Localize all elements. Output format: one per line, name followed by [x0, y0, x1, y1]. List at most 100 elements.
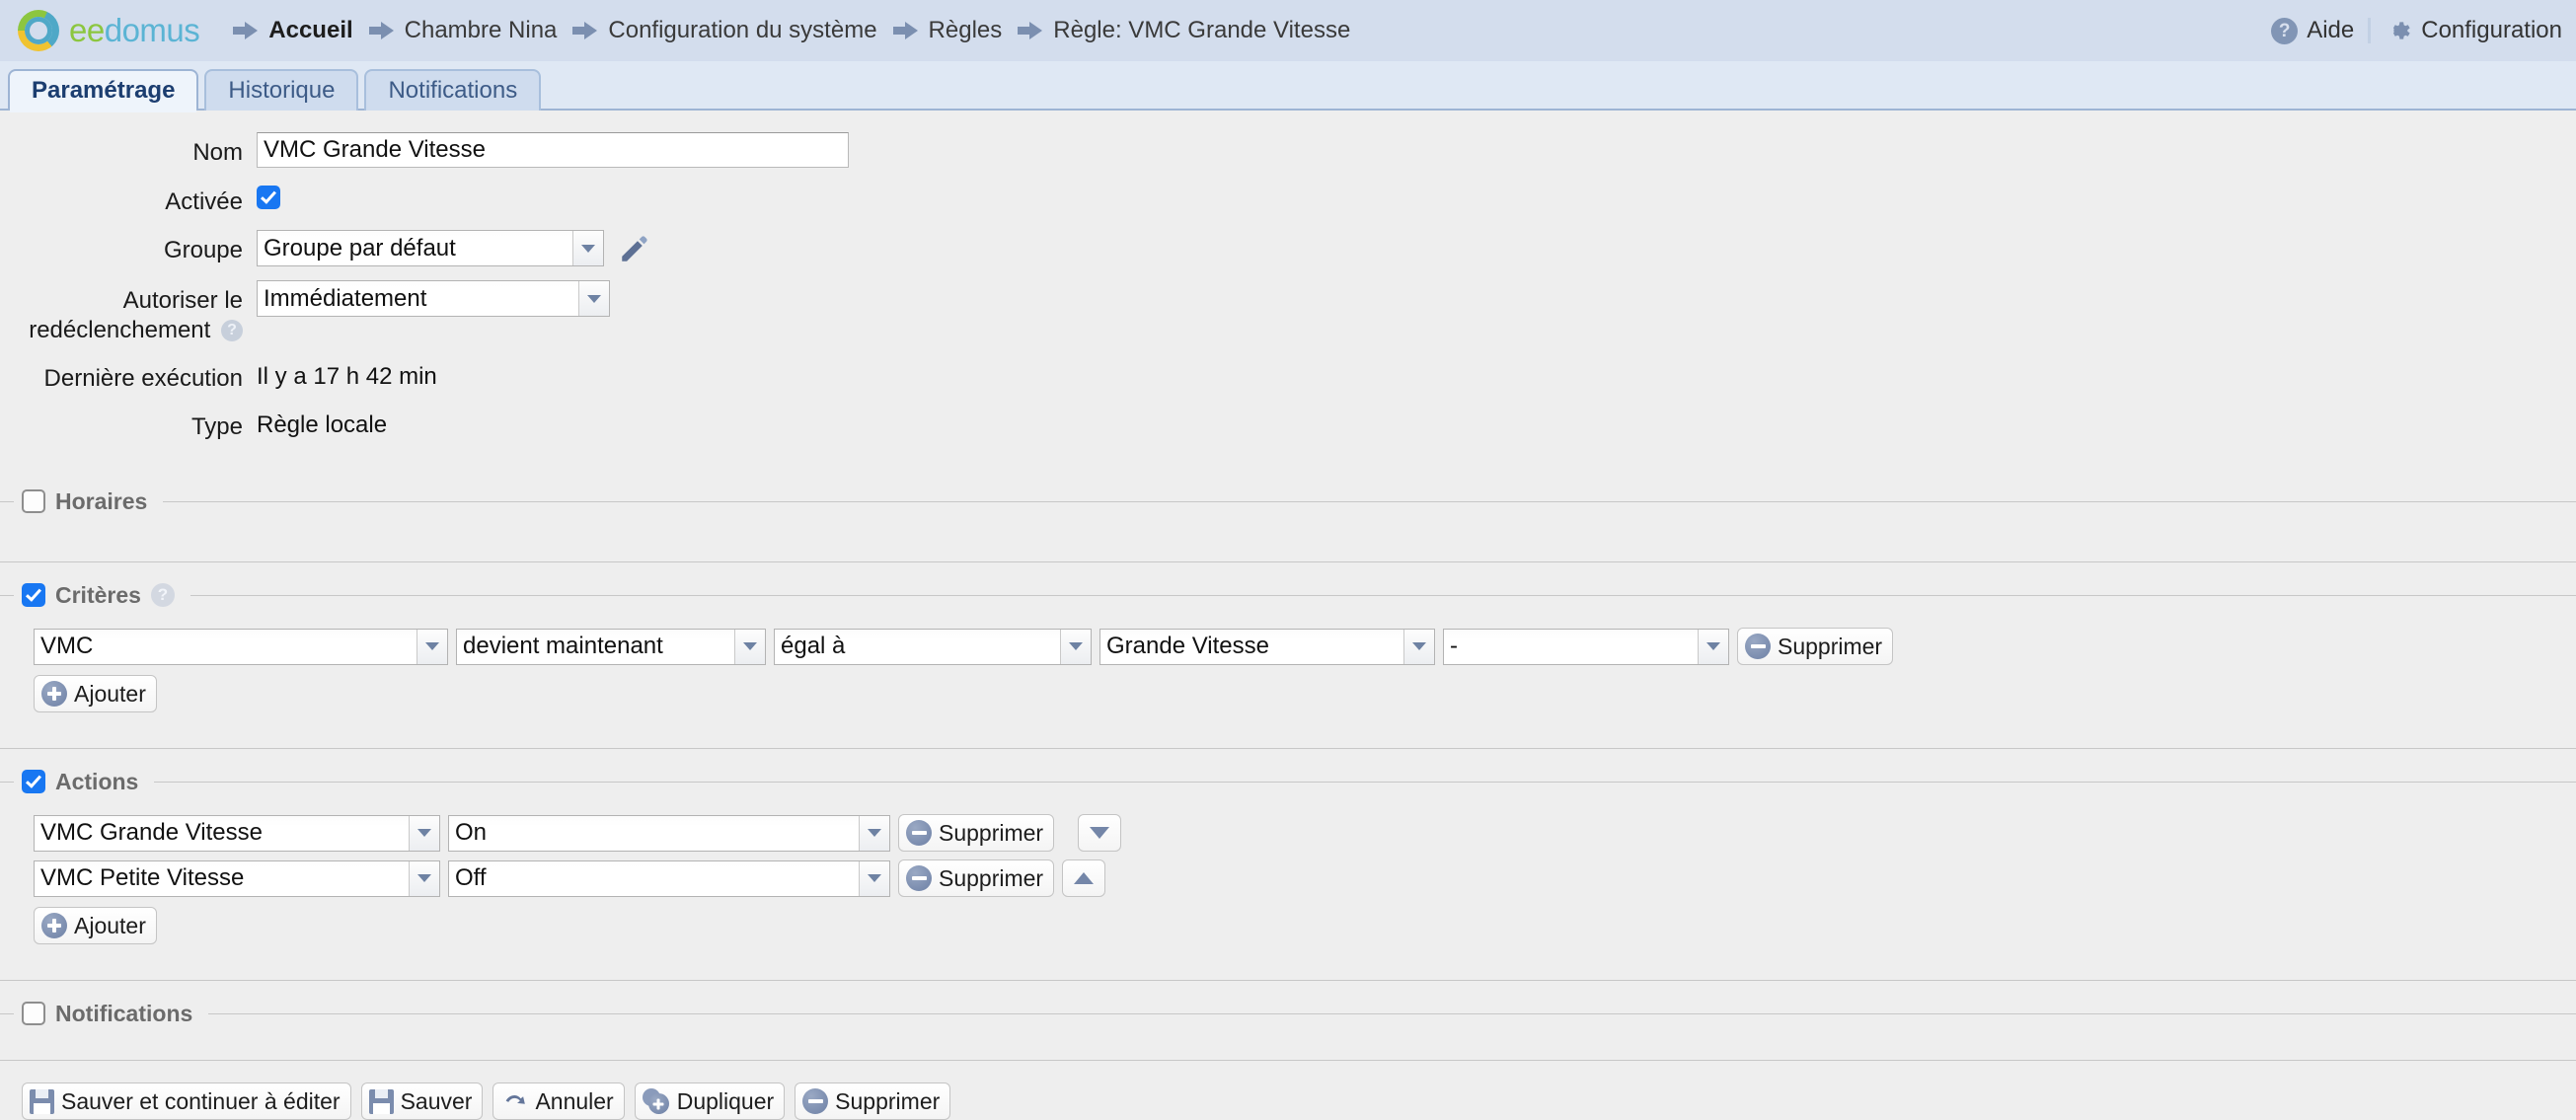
groupe-select[interactable]: Groupe par défaut: [257, 230, 604, 267]
action-move-up-button[interactable]: [1062, 859, 1106, 898]
criteria-row: VMC devient maintenant égal à Grande Vit…: [34, 628, 2576, 666]
breadcrumb-label: Configuration du système: [608, 17, 877, 43]
criteria-operator-value: égal à: [775, 629, 1060, 664]
minus-circle-icon: [906, 865, 932, 892]
breadcrumb-item-accueil[interactable]: Accueil: [233, 17, 353, 44]
redeclenchement-label: Autoriser le redéclenchement ?: [0, 280, 257, 344]
section-horaires-body: [0, 516, 2576, 542]
breadcrumb-item-configuration-systeme[interactable]: Configuration du système: [572, 17, 877, 44]
save-label: Sauver: [400, 1087, 473, 1114]
criteres-checkbox[interactable]: [22, 583, 45, 608]
breadcrumb-item-chambre-nina[interactable]: Chambre Nina: [368, 17, 557, 44]
breadcrumb: Accueil Chambre Nina Configuration du sy…: [233, 17, 2576, 44]
general-settings-group: Nom Activée Groupe Groupe par défaut: [0, 111, 2576, 469]
arrow-right-icon: [233, 22, 259, 39]
tab-bar: Paramétrage Historique Notifications: [0, 61, 2576, 112]
floppy-disk-icon: [30, 1088, 54, 1114]
save-and-continue-label: Sauver et continuer à éditer: [61, 1087, 341, 1114]
brand-name-part2: domus: [104, 12, 200, 48]
tab-label: Historique: [228, 77, 336, 104]
configuration-link[interactable]: Configuration: [2371, 17, 2576, 44]
action-add-row: Ajouter: [34, 907, 2576, 945]
action-device-select[interactable]: VMC Petite Vitesse: [34, 859, 440, 897]
action-row: VMC Petite Vitesse Off Supprimer: [34, 859, 2576, 898]
arrow-right-icon: [368, 22, 395, 39]
criteria-event-value: devient maintenant: [457, 629, 734, 664]
rule-editor-form: Nom Activée Groupe Groupe par défaut: [0, 111, 2576, 1120]
duplicate-icon: [642, 1088, 670, 1115]
section-divider: [0, 561, 2576, 563]
horaires-title: Horaires: [55, 487, 148, 514]
activee-checkbox[interactable]: [257, 186, 280, 209]
chevron-down-icon: [578, 281, 609, 317]
tab-parametrage[interactable]: Paramétrage: [8, 69, 199, 112]
action-move-down-button[interactable]: [1078, 814, 1122, 853]
horaires-checkbox[interactable]: [22, 489, 45, 514]
save-and-continue-button[interactable]: Sauver et continuer à éditer: [22, 1083, 351, 1120]
action-delete-label: Supprimer: [939, 864, 1044, 891]
minus-circle-icon: [1745, 634, 1771, 660]
delete-button[interactable]: Supprimer: [795, 1083, 951, 1120]
action-delete-button[interactable]: Supprimer: [898, 814, 1055, 853]
criteria-device-select[interactable]: VMC: [34, 628, 448, 665]
type-value: Règle locale: [257, 411, 388, 439]
tab-notifications[interactable]: Notifications: [364, 69, 542, 111]
criteria-delete-button[interactable]: Supprimer: [1737, 628, 1894, 666]
breadcrumb-label: Règles: [928, 17, 1003, 43]
action-state-select[interactable]: Off: [448, 859, 890, 897]
action-delete-button[interactable]: Supprimer: [898, 859, 1055, 898]
brand-name-part1: ee: [69, 12, 105, 48]
section-divider: [0, 748, 2576, 750]
section-notifications-body: [0, 1028, 2576, 1040]
criteria-add-row: Ajouter: [34, 675, 2576, 713]
help-link[interactable]: ? Aide: [2257, 17, 2368, 44]
section-divider: [208, 1012, 2576, 1014]
section-divider: [189, 594, 2576, 596]
action-state-select[interactable]: On: [448, 814, 890, 852]
criteria-value-select[interactable]: Grande Vitesse: [1099, 628, 1435, 665]
tab-label: Paramétrage: [32, 77, 176, 104]
gear-icon: [2385, 17, 2412, 44]
action-device-value: VMC Grande Vitesse: [35, 815, 409, 851]
chevron-down-icon: [417, 629, 447, 664]
tab-historique[interactable]: Historique: [204, 69, 359, 111]
action-device-select[interactable]: VMC Grande Vitesse: [34, 814, 440, 852]
nom-label: Nom: [192, 139, 243, 166]
redeclenchement-select[interactable]: Immédiatement: [257, 280, 610, 318]
duplicate-button[interactable]: Dupliquer: [634, 1083, 786, 1120]
actions-checkbox[interactable]: [22, 770, 45, 794]
criteria-event-select[interactable]: devient maintenant: [456, 628, 766, 665]
section-actions-header: Actions: [0, 767, 2576, 796]
tab-label: Notifications: [388, 77, 518, 104]
criteria-value-value: Grande Vitesse: [1100, 629, 1403, 664]
nom-input[interactable]: [257, 132, 849, 168]
criteria-extra-select[interactable]: -: [1443, 628, 1729, 665]
top-header-bar: eedomus Accueil Chambre Nina Configurati…: [0, 0, 2576, 61]
breadcrumb-item-regles[interactable]: Règles: [892, 17, 1003, 44]
criteria-operator-select[interactable]: égal à: [774, 628, 1092, 665]
criteria-delete-label: Supprimer: [1778, 633, 1883, 659]
action-device-value: VMC Petite Vitesse: [35, 860, 409, 896]
arrow-up-icon: [1074, 872, 1095, 885]
breadcrumb-item-current-rule: Règle: VMC Grande Vitesse: [1018, 17, 1350, 44]
question-mark-icon[interactable]: ?: [150, 583, 175, 608]
field-row-nom: Nom: [0, 132, 2576, 168]
groupe-label: Groupe: [163, 237, 243, 264]
action-state-value: On: [449, 815, 859, 851]
action-add-button[interactable]: Ajouter: [34, 907, 157, 945]
save-button[interactable]: Sauver: [360, 1083, 484, 1120]
notifications-checkbox[interactable]: [22, 1002, 45, 1026]
field-row-type: Type Règle locale: [0, 407, 2576, 441]
pencil-icon[interactable]: [618, 232, 651, 265]
cancel-button[interactable]: Annuler: [492, 1083, 625, 1120]
section-divider: [163, 500, 2576, 502]
criteria-add-button[interactable]: Ajouter: [34, 675, 157, 713]
plus-circle-icon: [41, 913, 67, 939]
redeclenchement-select-value: Immédiatement: [258, 281, 578, 317]
chevron-down-icon: [1060, 629, 1091, 664]
eedomus-logo[interactable]: eedomus: [18, 10, 200, 51]
section-horaires-header: Horaires: [0, 486, 2576, 516]
field-row-activee: Activée: [0, 182, 2576, 216]
question-mark-icon[interactable]: ?: [221, 320, 243, 342]
chevron-down-icon: [572, 231, 603, 266]
